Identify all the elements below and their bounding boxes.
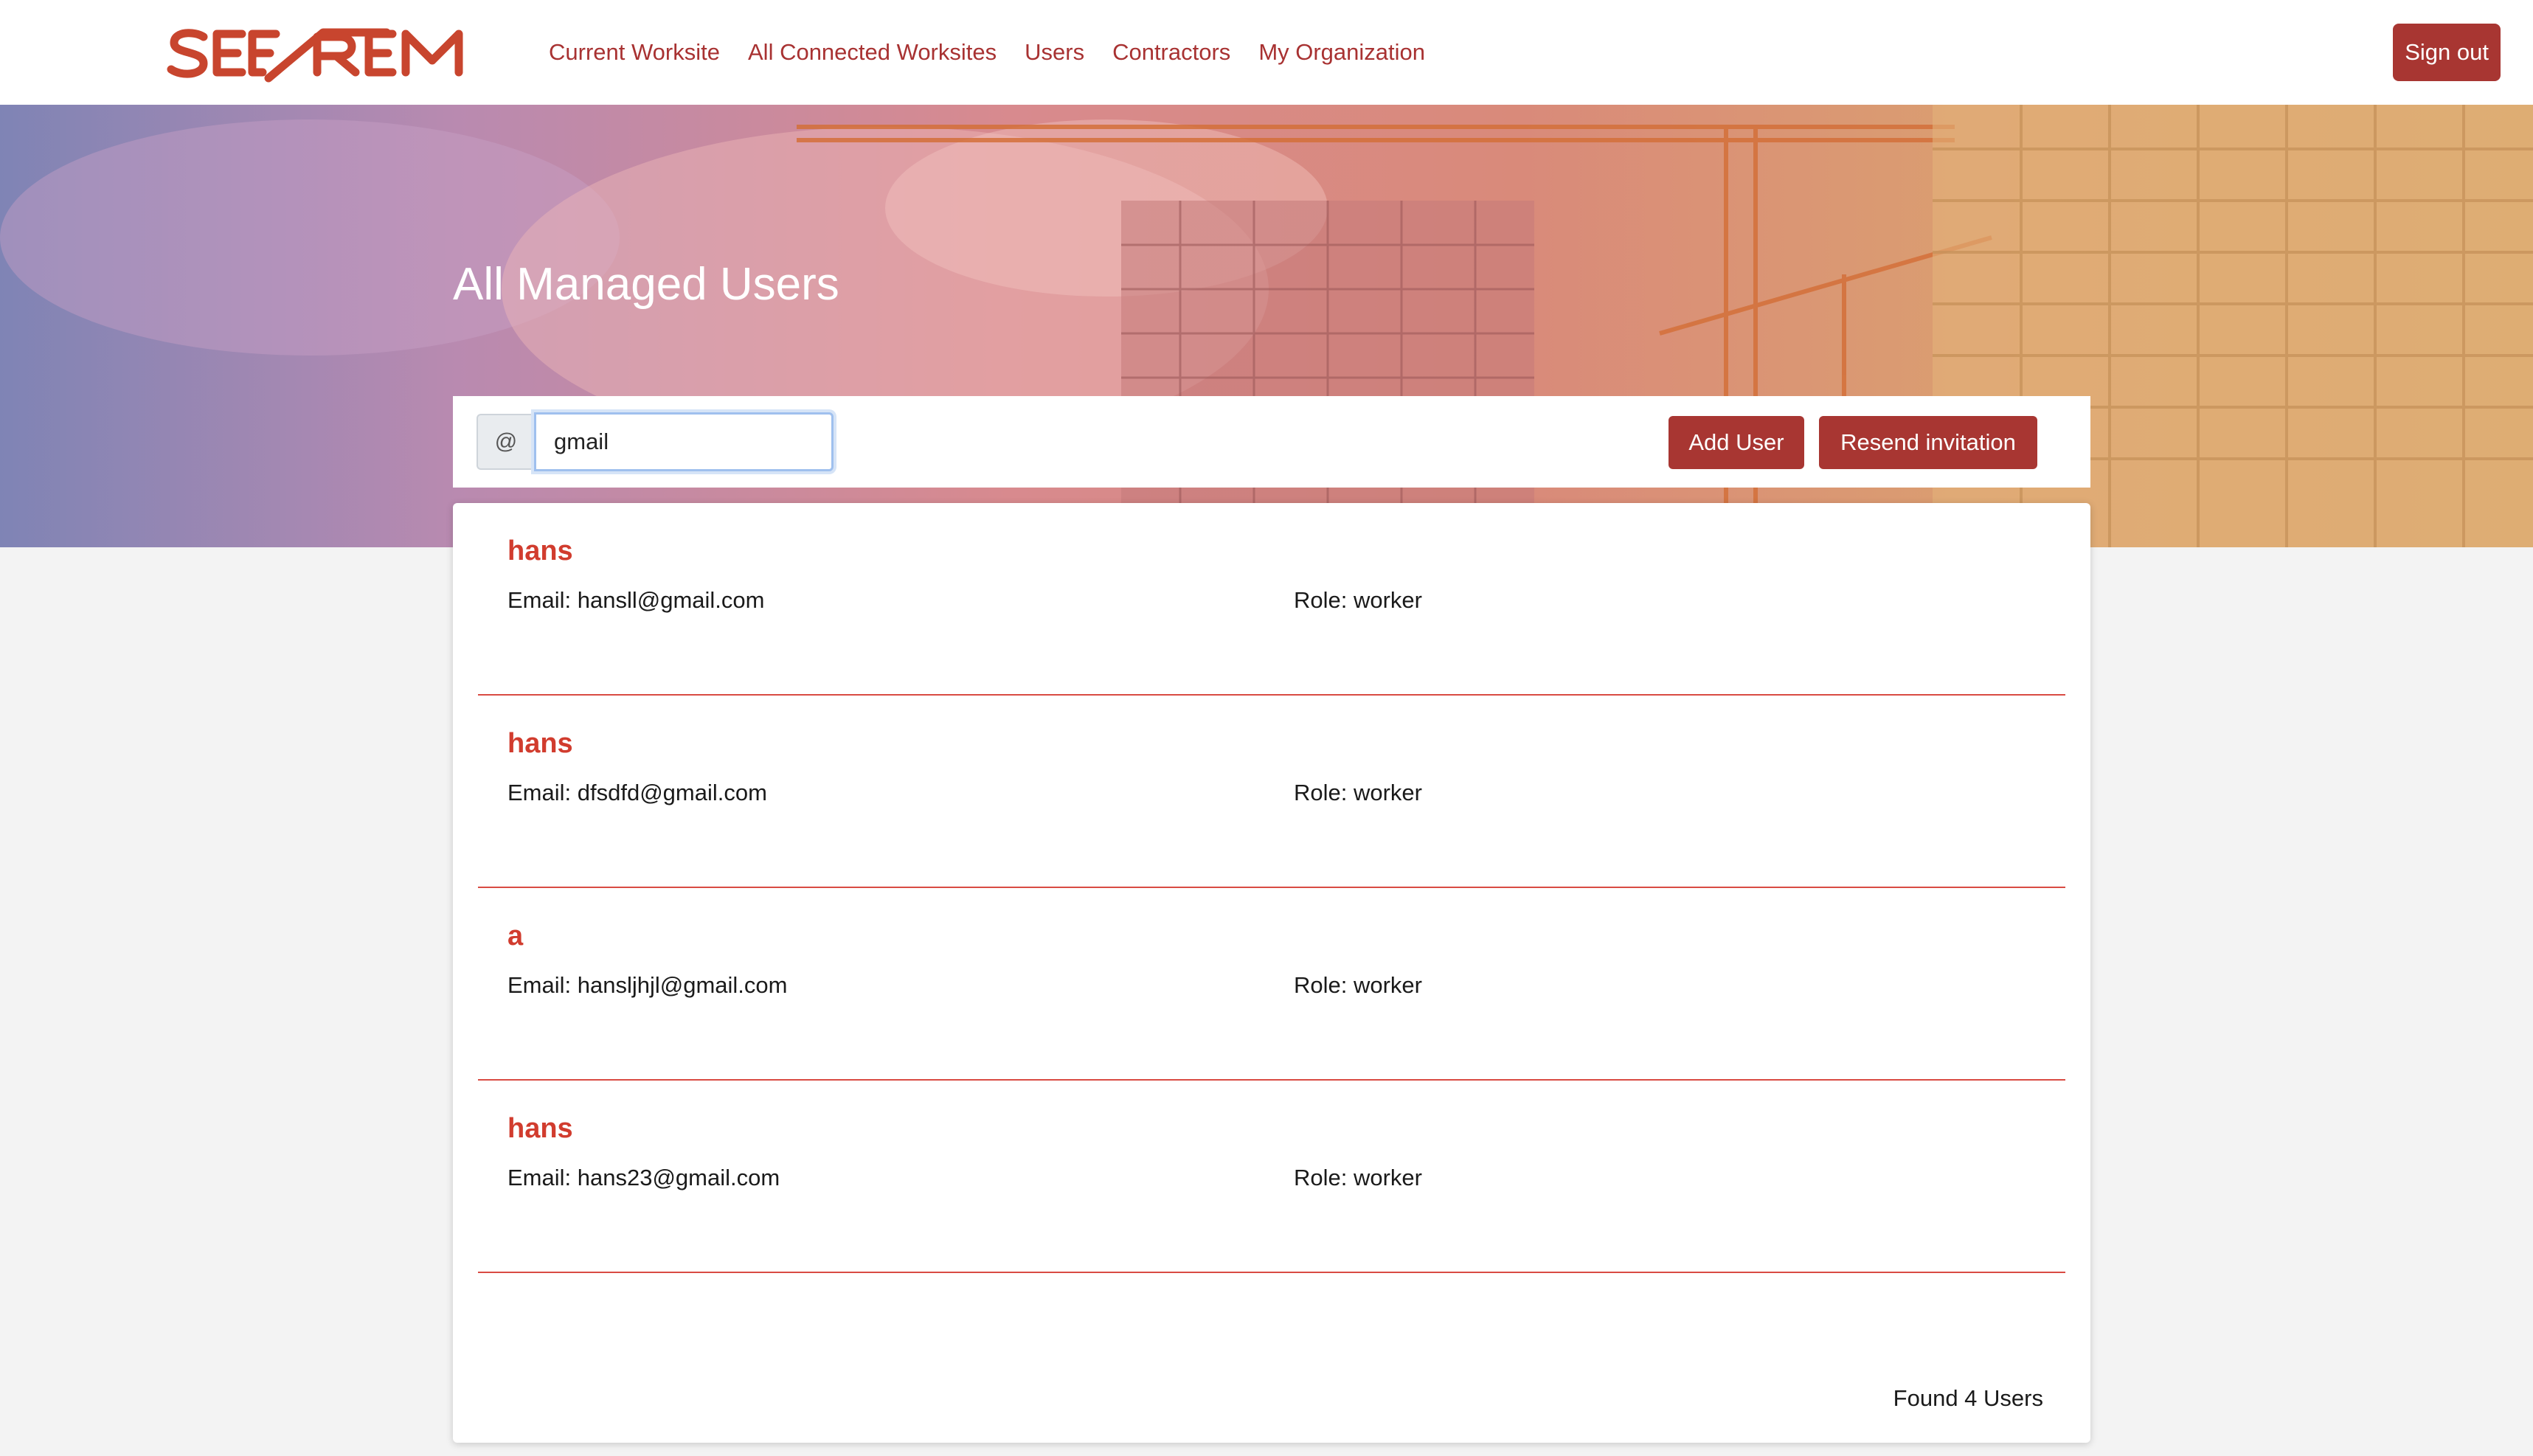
user-email: Email: hansll@gmail.com [507, 587, 765, 613]
nav-current-worksite[interactable]: Current Worksite [549, 39, 720, 66]
nav-all-connected-worksites[interactable]: All Connected Worksites [748, 39, 997, 66]
results-count: Found 4 Users [1893, 1385, 2043, 1411]
users-list-card: hans Email: hansll@gmail.com Role: worke… [453, 503, 2090, 1443]
user-toolbar: @ Add User Resend invitation [453, 396, 2090, 488]
user-list-item[interactable]: hans Email: hansll@gmail.com Role: worke… [478, 503, 2065, 696]
resend-invitation-button[interactable]: Resend invitation [1819, 416, 2037, 469]
user-name[interactable]: hans [507, 1113, 573, 1145]
user-role: Role: worker [1294, 780, 1422, 805]
user-email: Email: dfsdfd@gmail.com [507, 780, 767, 805]
nav-contractors[interactable]: Contractors [1112, 39, 1230, 66]
nav-my-organization[interactable]: My Organization [1258, 39, 1425, 66]
nav-users[interactable]: Users [1025, 39, 1084, 66]
user-list-item[interactable]: hans Email: dfsdfd@gmail.com Role: worke… [478, 696, 2065, 888]
email-domain-search-input[interactable] [534, 412, 834, 471]
user-name[interactable]: hans [507, 728, 573, 760]
user-name[interactable]: a [507, 921, 523, 952]
user-name[interactable]: hans [507, 535, 573, 567]
user-list-item[interactable]: hans Email: hans23@gmail.com Role: worke… [478, 1081, 2065, 1273]
sign-out-button[interactable]: Sign out [2393, 24, 2501, 81]
top-navbar: Current Worksite All Connected Worksites… [0, 0, 2533, 105]
seerem-logo[interactable] [165, 21, 485, 84]
add-user-button[interactable]: Add User [1669, 416, 1804, 469]
user-role: Role: worker [1294, 972, 1422, 998]
page-title: All Managed Users [453, 259, 839, 310]
user-email: Email: hansljhjl@gmail.com [507, 972, 788, 998]
main-nav: Current Worksite All Connected Worksites… [549, 0, 1453, 105]
at-prefix-addon: @ [477, 414, 534, 470]
user-role: Role: worker [1294, 1165, 1422, 1190]
user-role: Role: worker [1294, 587, 1422, 613]
user-email: Email: hans23@gmail.com [507, 1165, 780, 1190]
user-list-item[interactable]: a Email: hansljhjl@gmail.com Role: worke… [478, 888, 2065, 1081]
